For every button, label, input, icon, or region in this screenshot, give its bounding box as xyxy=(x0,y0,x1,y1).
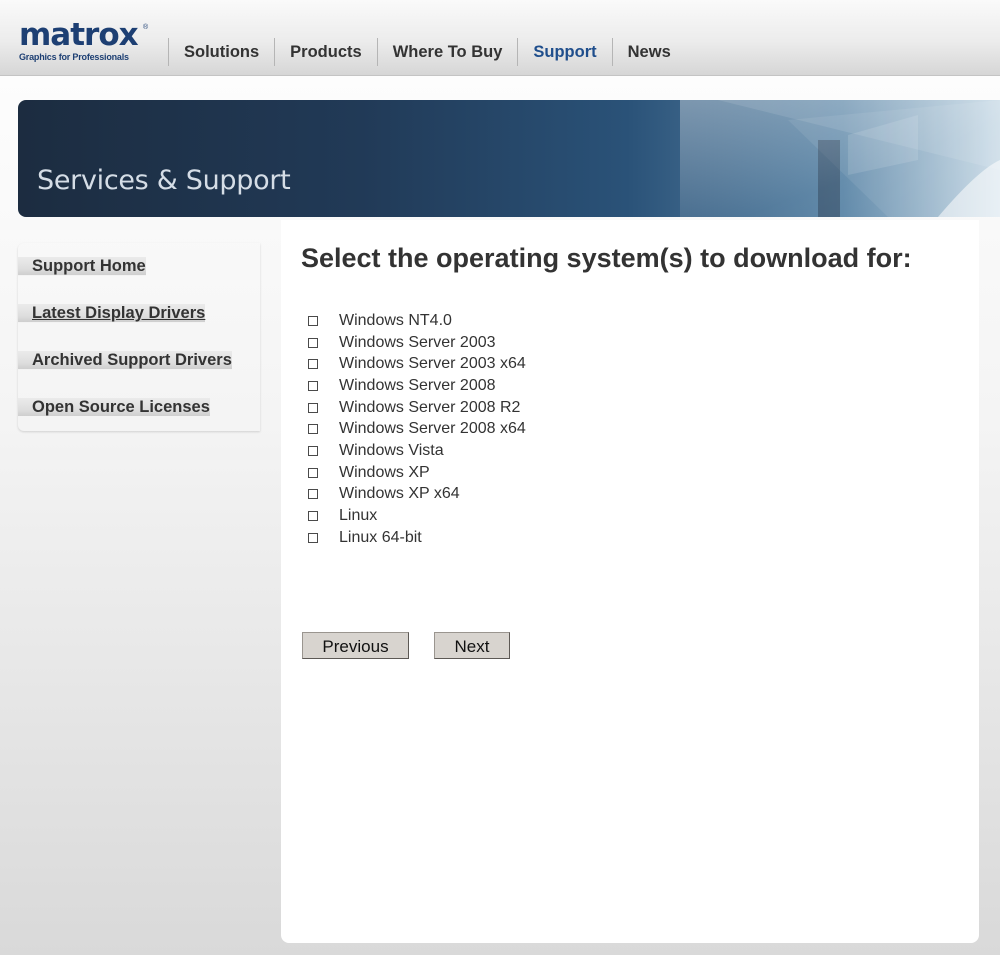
os-checkbox-list: Windows NT4.0 Windows Server 2003 Window… xyxy=(306,310,526,549)
os-option: Windows Server 2003 xyxy=(306,332,526,354)
os-option: Windows Server 2003 x64 xyxy=(306,353,526,375)
os-option-label: Windows NT4.0 xyxy=(339,311,452,329)
os-option: Windows XP x64 xyxy=(306,484,526,506)
os-option: Windows NT4.0 xyxy=(306,310,526,332)
nav-solutions[interactable]: Solutions xyxy=(168,38,274,66)
os-option: Windows Server 2008 x64 xyxy=(306,418,526,440)
sidebar-item-latest-display-drivers[interactable]: Latest Display Drivers xyxy=(18,304,206,323)
sidebar-item-support-home[interactable]: Support Home xyxy=(18,257,146,276)
previous-button[interactable]: Previous xyxy=(302,632,409,659)
nav-support[interactable]: Support xyxy=(517,38,611,66)
checkbox[interactable] xyxy=(308,445,318,456)
os-option-label: Windows Server 2008 R2 xyxy=(339,398,521,416)
os-option-label: Linux 64-bit xyxy=(339,528,422,546)
os-option-label: Windows Server 2008 xyxy=(339,376,496,394)
top-navigation-bar: matrox ® Graphics for Professionals Solu… xyxy=(0,0,1000,76)
sidebar-item-archived-support-drivers[interactable]: Archived Support Drivers xyxy=(18,351,232,370)
os-option: Linux xyxy=(306,505,526,527)
support-sidebar: Support Home Latest Display Drivers Arch… xyxy=(18,243,260,431)
banner-glow xyxy=(680,100,1000,217)
page-title: Select the operating system(s) to downlo… xyxy=(301,243,912,273)
checkbox[interactable] xyxy=(308,489,318,500)
main-content: Select the operating system(s) to downlo… xyxy=(281,220,979,943)
nav-products[interactable]: Products xyxy=(274,38,377,66)
nav-where-to-buy[interactable]: Where To Buy xyxy=(376,38,518,66)
sidebar-item-open-source-licenses[interactable]: Open Source Licenses xyxy=(18,398,210,416)
checkbox[interactable] xyxy=(308,402,318,413)
os-option: Windows Vista xyxy=(306,440,526,462)
next-button[interactable]: Next xyxy=(434,632,510,659)
os-option-label: Windows Vista xyxy=(339,441,444,459)
matrox-logo[interactable]: matrox ® Graphics for Professionals xyxy=(19,17,149,64)
os-option: Windows Server 2008 R2 xyxy=(306,397,526,419)
services-banner: Services & Support xyxy=(18,100,1000,217)
checkbox[interactable] xyxy=(308,380,318,391)
os-option: Windows XP xyxy=(306,462,526,484)
os-option-label: Windows Server 2008 x64 xyxy=(339,420,526,438)
checkbox[interactable] xyxy=(308,424,318,435)
checkbox[interactable] xyxy=(308,359,318,370)
nav-news[interactable]: News xyxy=(611,38,686,66)
checkbox[interactable] xyxy=(308,511,318,522)
checkbox[interactable] xyxy=(308,337,318,348)
checkbox[interactable] xyxy=(308,315,318,326)
banner-title: Services & Support xyxy=(37,165,291,196)
logo-tagline: Graphics for Professionals xyxy=(19,52,129,62)
os-option-label: Windows Server 2003 xyxy=(339,333,496,351)
logo-registered-mark: ® xyxy=(143,24,149,31)
os-option-label: Windows Server 2003 x64 xyxy=(339,355,526,373)
os-option: Windows Server 2008 xyxy=(306,375,526,397)
checkbox[interactable] xyxy=(308,467,318,478)
os-option-label: Linux xyxy=(339,507,378,525)
main-nav: Solutions Products Where To Buy Support … xyxy=(168,38,686,66)
checkbox[interactable] xyxy=(308,532,318,543)
os-option-label: Windows XP xyxy=(339,463,430,481)
logo-wordmark: matrox xyxy=(19,17,139,53)
os-option-label: Windows XP x64 xyxy=(339,485,460,503)
os-option: Linux 64-bit xyxy=(306,527,526,549)
